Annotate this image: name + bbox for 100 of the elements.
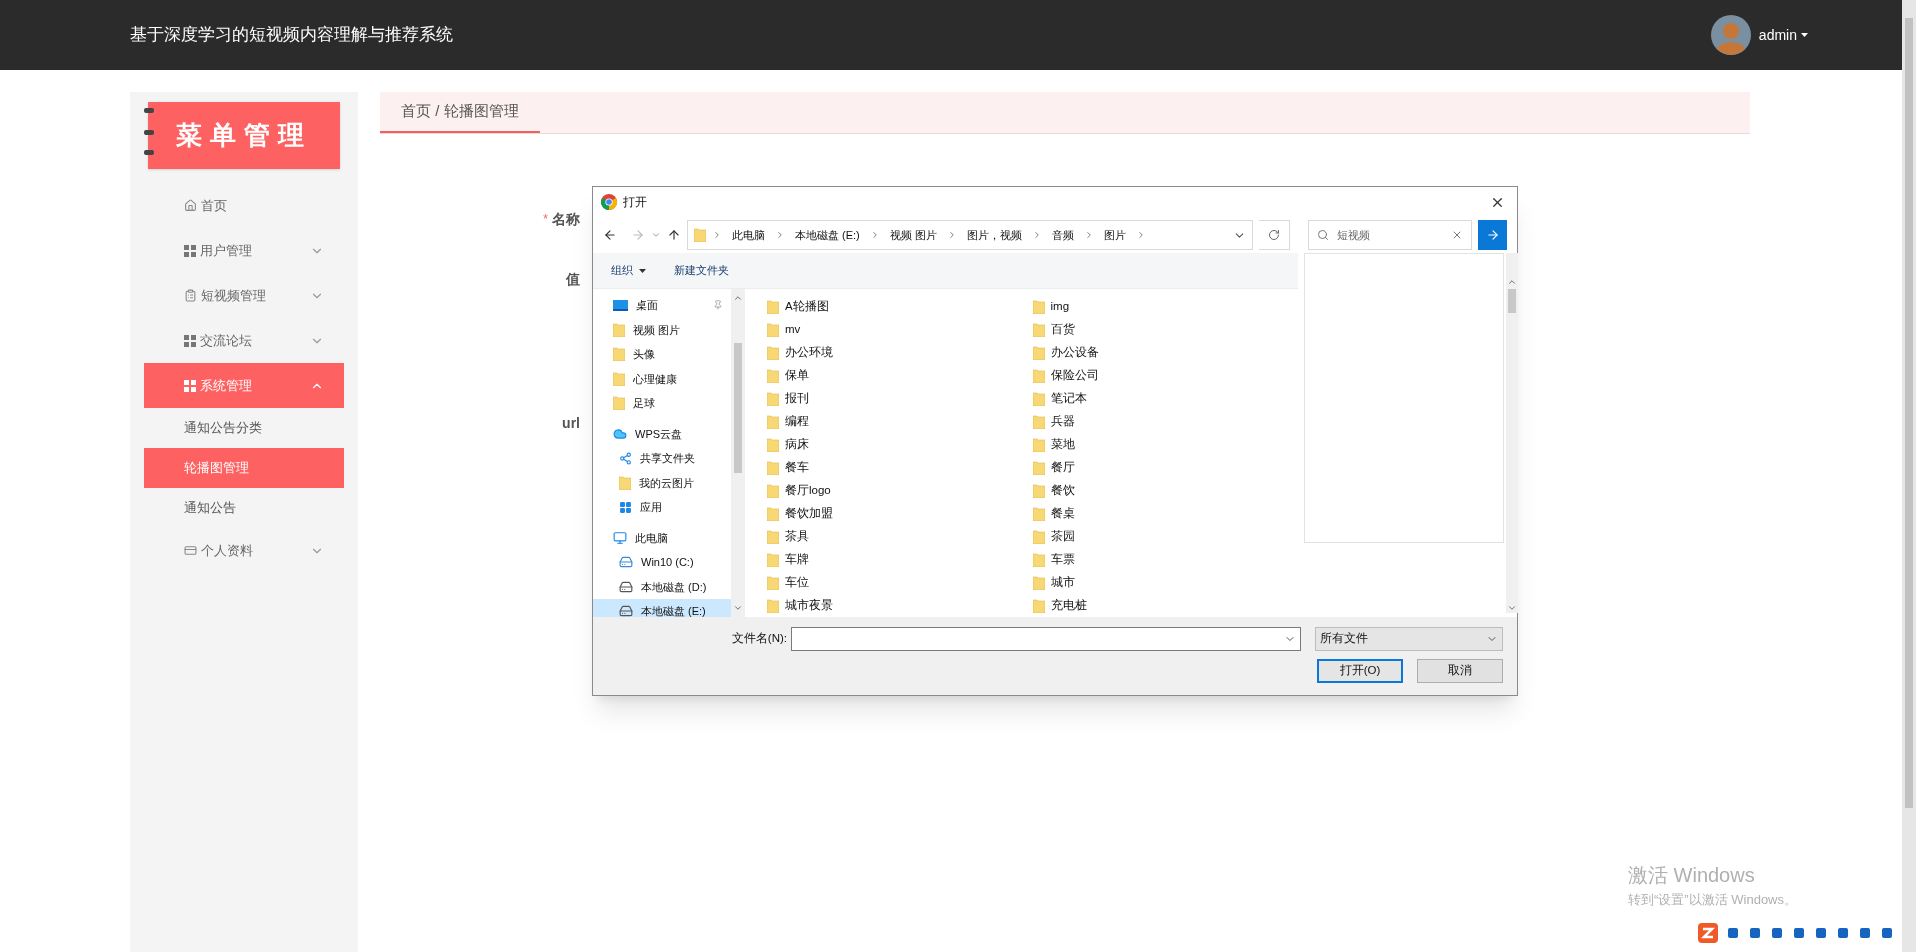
ime-logo-icon — [1698, 923, 1718, 943]
caret-icon — [1801, 33, 1808, 37]
cancel-button[interactable]: 取消 — [1417, 659, 1503, 683]
folder-item[interactable]: 餐车 — [767, 456, 813, 479]
clipboard-icon — [184, 289, 197, 302]
filetype-dropdown[interactable]: 所有文件 — [1315, 627, 1503, 651]
path-segment[interactable]: 本地磁盘 (E:) — [791, 226, 864, 244]
folder-item[interactable]: 兵器 — [1032, 410, 1079, 433]
nav-item[interactable]: 此电脑 — [593, 525, 731, 550]
menu-label: 个人资料 — [201, 541, 253, 560]
chevron-down-icon — [651, 230, 661, 240]
folder-item[interactable]: 笔记本 — [1032, 387, 1091, 410]
new-folder-button[interactable]: 新建文件夹 — [674, 262, 729, 279]
folder-item[interactable]: 办公环境 — [767, 341, 837, 364]
path-segment[interactable]: 视频 图片 — [885, 226, 941, 244]
folder-item[interactable]: 餐厅logo — [767, 479, 835, 502]
folder-icon — [767, 414, 779, 429]
nav-item[interactable]: Win10 (C:) — [593, 550, 731, 575]
folder-item[interactable]: 报刊 — [767, 387, 813, 410]
nav-item[interactable]: 本地磁盘 (E:) — [593, 599, 731, 617]
folder-icon — [767, 322, 779, 337]
nav-item[interactable]: WPS云盘 — [593, 421, 731, 446]
folder-item[interactable]: 车位 — [767, 571, 813, 594]
menu-item[interactable]: 个人资料 — [144, 528, 344, 573]
folder-item[interactable]: 餐厅 — [1032, 456, 1079, 479]
folder-item[interactable]: A轮播图 — [767, 295, 833, 318]
user-menu[interactable]: admin — [1758, 24, 1808, 46]
folder-icon — [1032, 414, 1045, 429]
folder-icon — [1032, 299, 1045, 314]
folder-item[interactable]: 百货 — [1032, 318, 1079, 341]
folder-icon — [1032, 598, 1045, 613]
folder-item[interactable]: img — [1032, 295, 1074, 318]
nav-item[interactable]: 应用 — [593, 495, 731, 520]
folder-item[interactable]: 编程 — [767, 410, 813, 433]
ime-tool-icon[interactable] — [1770, 926, 1784, 940]
address-bar[interactable]: 此电脑 本地磁盘 (E:) 视频 图片 图片，视频 音频 图片 — [687, 220, 1254, 250]
folder-item[interactable]: 茶园 — [1032, 525, 1079, 548]
scroll-down-icon[interactable] — [1507, 603, 1517, 613]
scrollbar-thumb[interactable] — [1508, 289, 1516, 313]
scroll-up-icon[interactable] — [1507, 277, 1517, 287]
menu-item[interactable]: 短视频管理 — [144, 273, 344, 318]
up-button[interactable] — [667, 228, 681, 242]
folder-item[interactable]: 餐饮加盟 — [767, 502, 837, 525]
nav-item[interactable]: 视频 图片 — [593, 317, 731, 342]
folder-icon — [1032, 345, 1045, 360]
folder-item[interactable]: 保险公司 — [1032, 364, 1103, 387]
folder-item[interactable]: 病床 — [767, 433, 813, 456]
submenu-item[interactable]: 通知公告 — [144, 488, 344, 528]
ime-tool-icon[interactable] — [1726, 926, 1740, 940]
nav-item[interactable]: 头像 — [593, 342, 731, 367]
folder-item[interactable]: 车牌 — [767, 548, 813, 571]
drive-icon — [619, 604, 633, 617]
folder-icon — [1032, 506, 1045, 521]
refresh-button[interactable] — [1259, 220, 1290, 250]
folder-item[interactable]: 城市夜景 — [767, 594, 837, 617]
folder-item[interactable]: 办公设备 — [1032, 341, 1103, 364]
nav-item[interactable]: 心理健康 — [593, 366, 731, 391]
organize-button[interactable]: 组织 — [611, 262, 646, 279]
nav-item[interactable]: 足球 — [593, 391, 731, 416]
arrow-left-icon — [603, 228, 617, 242]
folder-item[interactable]: 餐饮 — [1032, 479, 1079, 502]
submenu-item[interactable]: 通知公告分类 — [144, 408, 344, 448]
scrollbar-thumb[interactable] — [734, 343, 742, 473]
ime-tool-icon[interactable] — [1858, 926, 1872, 940]
path-segment[interactable]: 图片 — [1099, 226, 1130, 244]
site-title: 基于深度学习的短视频内容理解与推荐系统 — [130, 24, 453, 47]
cloud-icon — [613, 426, 627, 441]
folder-item[interactable]: 茶具 — [767, 525, 813, 548]
avatar — [1710, 15, 1751, 55]
folder-item[interactable]: 保单 — [767, 364, 813, 387]
back-button[interactable] — [603, 228, 617, 242]
open-button[interactable]: 打开(O) — [1317, 659, 1403, 683]
scroll-up-icon[interactable] — [733, 293, 743, 303]
ime-tool-icon[interactable] — [1836, 926, 1850, 940]
path-segment[interactable]: 音频 — [1047, 226, 1078, 244]
menu-item[interactable]: 用户管理 — [144, 228, 344, 273]
path-segment[interactable]: 图片，视频 — [962, 226, 1026, 244]
folder-item[interactable]: 城市 — [1032, 571, 1079, 594]
ime-tool-icon[interactable] — [1880, 926, 1894, 940]
folder-icon — [767, 345, 779, 360]
nav-item[interactable]: 本地磁盘 (D:) — [593, 574, 731, 599]
filename-field[interactable] — [791, 627, 1301, 651]
menu-item[interactable]: 首页 — [144, 183, 344, 228]
path-segment[interactable]: 此电脑 — [728, 226, 769, 244]
folder-icon — [767, 598, 779, 613]
ime-tool-icon[interactable] — [1748, 926, 1762, 940]
activation-subtitle: 转到“设置”以激活 Windows。 — [1628, 891, 1797, 909]
folder-item[interactable]: 充电桩 — [1032, 594, 1091, 617]
ime-tool-icon[interactable] — [1792, 926, 1806, 940]
folder-item[interactable]: 菜地 — [1032, 433, 1079, 456]
ime-tool-icon[interactable] — [1814, 926, 1828, 940]
folder-item[interactable]: mv — [767, 318, 805, 341]
nav-item[interactable]: 共享文件夹 — [593, 446, 731, 471]
nav-item[interactable]: 我的云图片 — [593, 470, 731, 495]
folder-item[interactable]: 车票 — [1032, 548, 1079, 571]
menu-item[interactable]: 交流论坛 — [144, 318, 344, 363]
search-field[interactable]: 短视频 — [1307, 220, 1473, 250]
nav-item[interactable]: 桌面 — [593, 293, 731, 318]
scroll-down-icon[interactable] — [733, 603, 743, 613]
folder-item[interactable]: 餐桌 — [1032, 502, 1079, 525]
